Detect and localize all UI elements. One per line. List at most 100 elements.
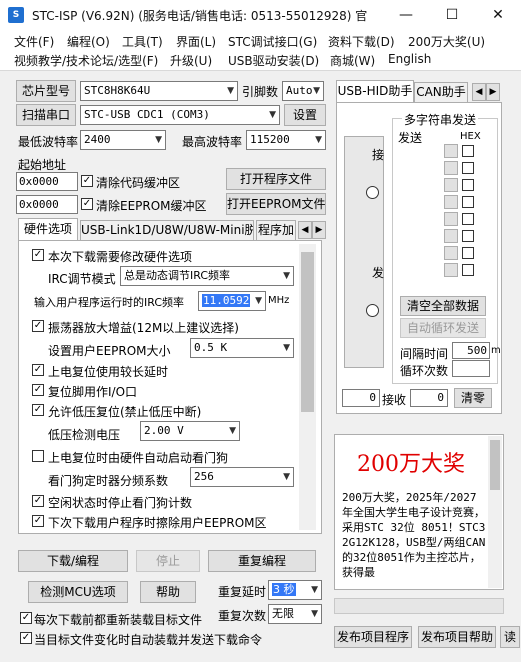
send-row-button[interactable] <box>444 246 458 260</box>
send-row-button[interactable] <box>444 178 458 192</box>
hex-row-checkbox[interactable] <box>462 213 474 225</box>
reprogram-button[interactable]: 重复编程 <box>208 550 316 572</box>
detect-mcu-button[interactable]: 检测MCU选项 <box>28 581 128 603</box>
pins-select[interactable]: Auto ▼ <box>282 81 324 101</box>
hex-row-checkbox[interactable] <box>462 230 474 242</box>
close-button[interactable]: ✕ <box>475 0 521 30</box>
open-program-button[interactable]: 打开程序文件 <box>226 168 326 190</box>
hex-row-checkbox[interactable] <box>462 247 474 259</box>
modify-options-checkbox[interactable]: ✓ <box>32 249 44 261</box>
repeat-count-select[interactable]: 无限 ▼ <box>268 604 322 624</box>
repeat-count-label: 重复次数 <box>218 609 267 623</box>
send-row-button[interactable] <box>444 229 458 243</box>
send-row-button[interactable] <box>444 195 458 209</box>
options-scrollbar[interactable] <box>299 244 316 530</box>
hex-row-checkbox[interactable] <box>462 264 474 276</box>
promo-scrollbar-thumb[interactable] <box>490 440 500 490</box>
clear-all-button[interactable]: 清空全部数据 <box>400 296 486 316</box>
osc-gain-checkbox[interactable]: ✓ <box>32 320 44 332</box>
erase-eeprom-checkbox[interactable]: ✓ <box>32 515 44 527</box>
menu-upgrade[interactable]: 升级(U) <box>170 52 212 69</box>
irc-mode-select[interactable]: 总是动态调节IRC频率 ▼ <box>120 266 294 286</box>
eeprom-address-input[interactable]: 0x0000 <box>16 195 78 214</box>
open-eeprom-button[interactable]: 打开EEPROM文件 <box>226 193 326 215</box>
send-row-button[interactable] <box>444 263 458 277</box>
loop-count-input[interactable] <box>452 360 490 377</box>
download-button[interactable]: 下载/编程 <box>18 550 128 572</box>
send-row-button[interactable] <box>444 144 458 158</box>
menu-english[interactable]: English <box>388 52 431 66</box>
reset-pin-checkbox[interactable]: ✓ <box>32 384 44 396</box>
menu-file[interactable]: 文件(F) <box>14 33 54 50</box>
title-bar: S STC-ISP (V6.92N) (服务电话/销售电话: 0513-5501… <box>0 0 521 30</box>
lvd-voltage-select[interactable]: 2.00 V ▼ <box>140 421 240 441</box>
right-tab-scroll-right-icon[interactable]: ▶ <box>486 83 500 101</box>
multi-string-title: 多字符串发送 <box>402 111 479 128</box>
hex-row-checkbox[interactable] <box>462 179 474 191</box>
clear-count-button[interactable]: 清零 <box>454 388 492 408</box>
send-row-button[interactable] <box>444 212 458 226</box>
tab-usb-link[interactable]: USB-Link1D/U8W/U8W-Mini脱机 <box>80 220 254 240</box>
menu-debug[interactable]: STC调试接口(G) <box>228 33 317 50</box>
promo-scrollbar[interactable] <box>488 436 502 588</box>
stop-button[interactable]: 停止 <box>136 550 200 572</box>
code-address-input[interactable]: 0x0000 <box>16 172 78 191</box>
chip-model-button[interactable]: 芯片型号 <box>16 80 76 102</box>
settings-button[interactable]: 设置 <box>284 104 326 126</box>
hex-row-checkbox[interactable] <box>462 196 474 208</box>
scan-port-button[interactable]: 扫描串口 <box>16 104 76 126</box>
min-baud-select[interactable]: 2400 ▼ <box>80 130 166 150</box>
menu-download[interactable]: 资料下载(D) <box>328 33 395 50</box>
port-select[interactable]: STC-USB CDC1 (COM3) ▼ <box>80 105 280 125</box>
wdt-div-select[interactable]: 256 ▼ <box>190 467 294 487</box>
chevron-down-icon: ▼ <box>155 135 162 145</box>
publish-help-button[interactable]: 发布项目帮助 <box>418 626 496 648</box>
wdt-hw-label: 上电复位时由硬件自动启动看门狗 <box>48 451 229 465</box>
tab-hardware-options[interactable]: 硬件选项 <box>18 218 78 240</box>
lvd-reset-checkbox[interactable]: ✓ <box>32 404 44 416</box>
hex-row-checkbox[interactable] <box>462 162 474 174</box>
menu-shop[interactable]: 商城(W) <box>330 52 375 69</box>
read-button[interactable]: 读 <box>500 626 520 648</box>
eeprom-size-select[interactable]: 0.5 K ▼ <box>190 338 294 358</box>
publish-program-button[interactable]: 发布项目程序 <box>334 626 412 648</box>
hex-row-checkbox[interactable] <box>462 145 474 157</box>
wdt-hw-checkbox[interactable] <box>32 450 44 462</box>
chip-model-select[interactable]: STC8H8K64U ▼ <box>80 81 238 101</box>
clear-code-checkbox[interactable]: ✓ <box>81 175 93 187</box>
chevron-down-icon: ▼ <box>229 426 236 436</box>
tab-scroll-right-icon[interactable]: ▶ <box>312 221 326 239</box>
tab-program-encrypt[interactable]: 程序加 <box>256 220 296 240</box>
hid-radio-2[interactable] <box>366 304 379 317</box>
menu-tools[interactable]: 工具(T) <box>122 33 163 50</box>
tab-scroll-left-icon[interactable]: ◀ <box>298 221 312 239</box>
menu-prize[interactable]: 200万大奖(U) <box>408 33 485 50</box>
hid-radio-1[interactable] <box>366 186 379 199</box>
interval-input[interactable]: 500 <box>452 342 490 359</box>
idle-wdt-checkbox[interactable]: ✓ <box>32 495 44 507</box>
reload-label: 每次下载前都重新装载目标文件 <box>34 613 203 627</box>
right-tab-scroll-left-icon[interactable]: ◀ <box>472 83 486 101</box>
auto-loop-button[interactable]: 自动循环发送 <box>400 318 486 338</box>
repeat-delay-select[interactable]: 3 秒 ▼ <box>268 580 322 600</box>
hid-side-label-send: 发 <box>372 266 385 280</box>
menu-program[interactable]: 编程(O) <box>67 33 110 50</box>
menu-video[interactable]: 视频教学/技术论坛/选型(F) <box>14 52 158 69</box>
menu-usb-driver[interactable]: USB驱动安装(D) <box>228 52 319 69</box>
minimize-button[interactable]: — <box>383 0 429 30</box>
chevron-down-icon: ▼ <box>255 296 262 306</box>
reload-checkbox[interactable]: ✓ <box>20 612 32 624</box>
clear-eeprom-checkbox[interactable]: ✓ <box>81 198 93 210</box>
help-button[interactable]: 帮助 <box>140 581 196 603</box>
menu-interface[interactable]: 界面(L) <box>176 33 216 50</box>
power-delay-checkbox[interactable]: ✓ <box>32 364 44 376</box>
send-row-button[interactable] <box>444 161 458 175</box>
tab-can[interactable]: CAN助手 <box>414 82 468 102</box>
maximize-button[interactable]: ☐ <box>429 0 475 30</box>
irc-freq-select[interactable]: 11.0592 ▼ <box>198 291 266 311</box>
tab-usb-hid[interactable]: USB-HID助手 <box>336 80 414 102</box>
max-baud-select[interactable]: 115200 ▼ <box>246 130 326 150</box>
auto-load-checkbox[interactable]: ✓ <box>20 632 32 644</box>
options-scrollbar-thumb[interactable] <box>301 252 314 412</box>
lvd-reset-label: 允许低压复位(禁止低压中断) <box>48 405 202 419</box>
